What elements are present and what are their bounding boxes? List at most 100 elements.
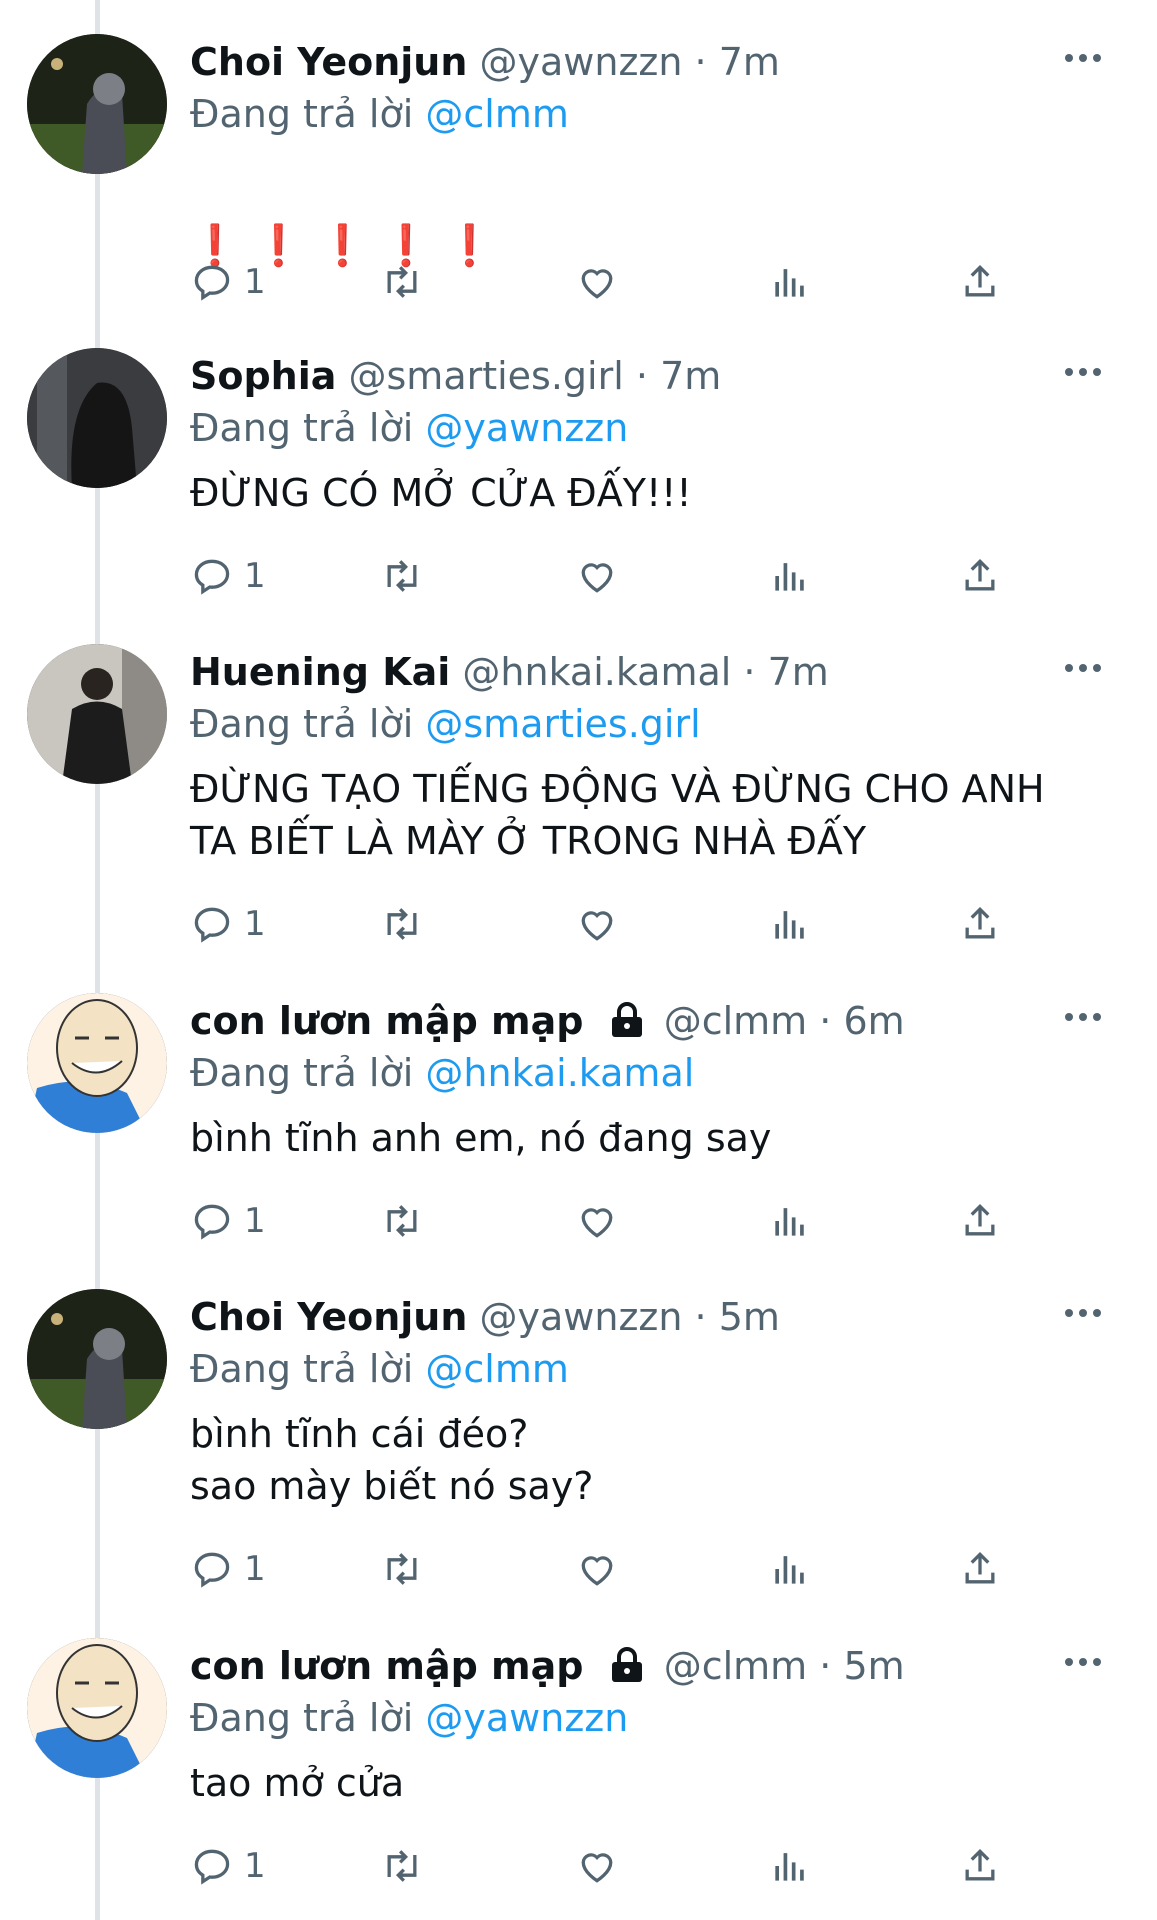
avatar[interactable] [27, 993, 167, 1133]
reply-mention-link[interactable]: @clmm [425, 92, 568, 136]
display-name[interactable]: con lươn mập mạp [190, 999, 584, 1043]
heart-icon [581, 911, 613, 941]
lock-icon [611, 1647, 642, 1682]
separator-dot: · [819, 999, 832, 1043]
user-handle[interactable]: @yawnzzn [480, 1295, 683, 1339]
retweet-button[interactable] [380, 1842, 424, 1890]
like-button[interactable] [575, 1842, 619, 1890]
replying-to: Đang trả lời @hnkai.kamal [190, 1047, 694, 1099]
analytics-icon [775, 563, 804, 591]
reply-mention-link[interactable]: @clmm [425, 1347, 568, 1391]
analytics-icon [775, 1556, 804, 1584]
share-button[interactable] [958, 552, 1002, 600]
avatar[interactable] [27, 1289, 167, 1429]
retweet-icon [387, 908, 417, 940]
retweet-button[interactable] [380, 900, 424, 948]
share-icon [965, 264, 995, 297]
like-button[interactable] [575, 900, 619, 948]
more-options-icon[interactable] [1063, 52, 1103, 64]
reply-icon [194, 1849, 230, 1885]
user-handle[interactable]: @clmm [664, 1644, 807, 1688]
reply-icon [194, 265, 230, 301]
replying-to: Đang trả lời @clmm [190, 88, 569, 140]
avatar[interactable] [27, 34, 167, 174]
replying-to: Đang trả lời @yawnzzn [190, 402, 628, 454]
reply-button[interactable]: 1 [190, 1197, 266, 1245]
more-options-icon[interactable] [1063, 1307, 1103, 1319]
separator-dot: · [635, 354, 648, 398]
replying-to-label: Đang trả lời [190, 92, 414, 136]
reply-mention-link[interactable]: @yawnzzn [425, 406, 628, 450]
separator-dot: · [694, 1295, 707, 1339]
like-button[interactable] [575, 1197, 619, 1245]
thread-line [95, 0, 100, 1920]
timestamp[interactable]: 7m [719, 40, 780, 84]
reply-mention-link[interactable]: @smarties.girl [425, 702, 700, 746]
reply-button[interactable]: 1 [190, 1842, 266, 1890]
like-button[interactable] [575, 258, 619, 306]
display-name[interactable]: Choi Yeonjun [190, 40, 467, 84]
reply-button[interactable]: 1 [190, 900, 266, 948]
reply-button[interactable]: 1 [190, 552, 266, 600]
reply-mention-link[interactable]: @yawnzzn [425, 1696, 628, 1740]
timestamp[interactable]: 5m [719, 1295, 780, 1339]
analytics-button[interactable] [768, 1545, 812, 1593]
share-button[interactable] [958, 1545, 1002, 1593]
user-handle[interactable]: @yawnzzn [480, 40, 683, 84]
user-handle[interactable]: @smarties.girl [349, 354, 624, 398]
share-button[interactable] [958, 1842, 1002, 1890]
share-button[interactable] [958, 1197, 1002, 1245]
replying-to-label: Đang trả lời [190, 1347, 414, 1391]
more-options-icon[interactable] [1063, 1011, 1103, 1023]
retweet-button[interactable] [380, 552, 424, 600]
reply-icon [194, 559, 230, 595]
analytics-button[interactable] [768, 900, 812, 948]
reply-count: 1 [244, 1201, 266, 1241]
avatar[interactable] [27, 348, 167, 488]
reply-icon [194, 1204, 230, 1240]
retweet-button[interactable] [380, 1197, 424, 1245]
tweet-text: tao mở cửa [190, 1761, 405, 1805]
share-icon [965, 558, 995, 591]
analytics-button[interactable] [768, 1842, 812, 1890]
replying-to-label: Đang trả lời [190, 1696, 414, 1740]
reply-button[interactable]: 1 [190, 1545, 266, 1593]
avatar[interactable] [27, 644, 167, 784]
timestamp[interactable]: 6m [843, 999, 904, 1043]
replying-to-label: Đang trả lời [190, 1051, 414, 1095]
reply-count: 1 [244, 556, 266, 596]
reply-count: 1 [244, 1846, 266, 1886]
analytics-button[interactable] [768, 1197, 812, 1245]
user-handle[interactable]: @hnkai.kamal [462, 650, 731, 694]
retweet-button[interactable] [380, 1545, 424, 1593]
display-name[interactable]: Huening Kai [190, 650, 450, 694]
like-button[interactable] [575, 1545, 619, 1593]
analytics-button[interactable] [768, 552, 812, 600]
display-name[interactable]: Sophia [190, 354, 336, 398]
timestamp[interactable]: 7m [768, 650, 829, 694]
tweet-text: ĐỪNG TẠO TIẾNG ĐỘNG VÀ ĐỪNG CHO ANH TA B… [190, 767, 1045, 863]
replying-to: Đang trả lời @yawnzzn [190, 1692, 628, 1744]
analytics-icon [775, 1208, 804, 1236]
retweet-icon [387, 1205, 417, 1237]
share-button[interactable] [958, 900, 1002, 948]
tweet-actions: 1 [190, 1197, 1050, 1245]
reply-mention-link[interactable]: @hnkai.kamal [425, 1051, 694, 1095]
avatar[interactable] [27, 1638, 167, 1778]
more-options-icon[interactable] [1063, 662, 1103, 674]
more-options-icon[interactable] [1063, 366, 1103, 378]
user-handle[interactable]: @clmm [664, 999, 807, 1043]
more-options-icon[interactable] [1063, 1656, 1103, 1668]
reply-button[interactable]: 1 [190, 258, 266, 306]
like-button[interactable] [575, 552, 619, 600]
display-name[interactable]: Choi Yeonjun [190, 1295, 467, 1339]
reply-icon [194, 907, 230, 943]
retweet-button[interactable] [380, 258, 424, 306]
analytics-button[interactable] [768, 258, 812, 306]
share-button[interactable] [958, 258, 1002, 306]
analytics-icon [775, 269, 804, 297]
retweet-icon [387, 1850, 417, 1882]
timestamp[interactable]: 5m [843, 1644, 904, 1688]
timestamp[interactable]: 7m [660, 354, 721, 398]
display-name[interactable]: con lươn mập mạp [190, 1644, 584, 1688]
